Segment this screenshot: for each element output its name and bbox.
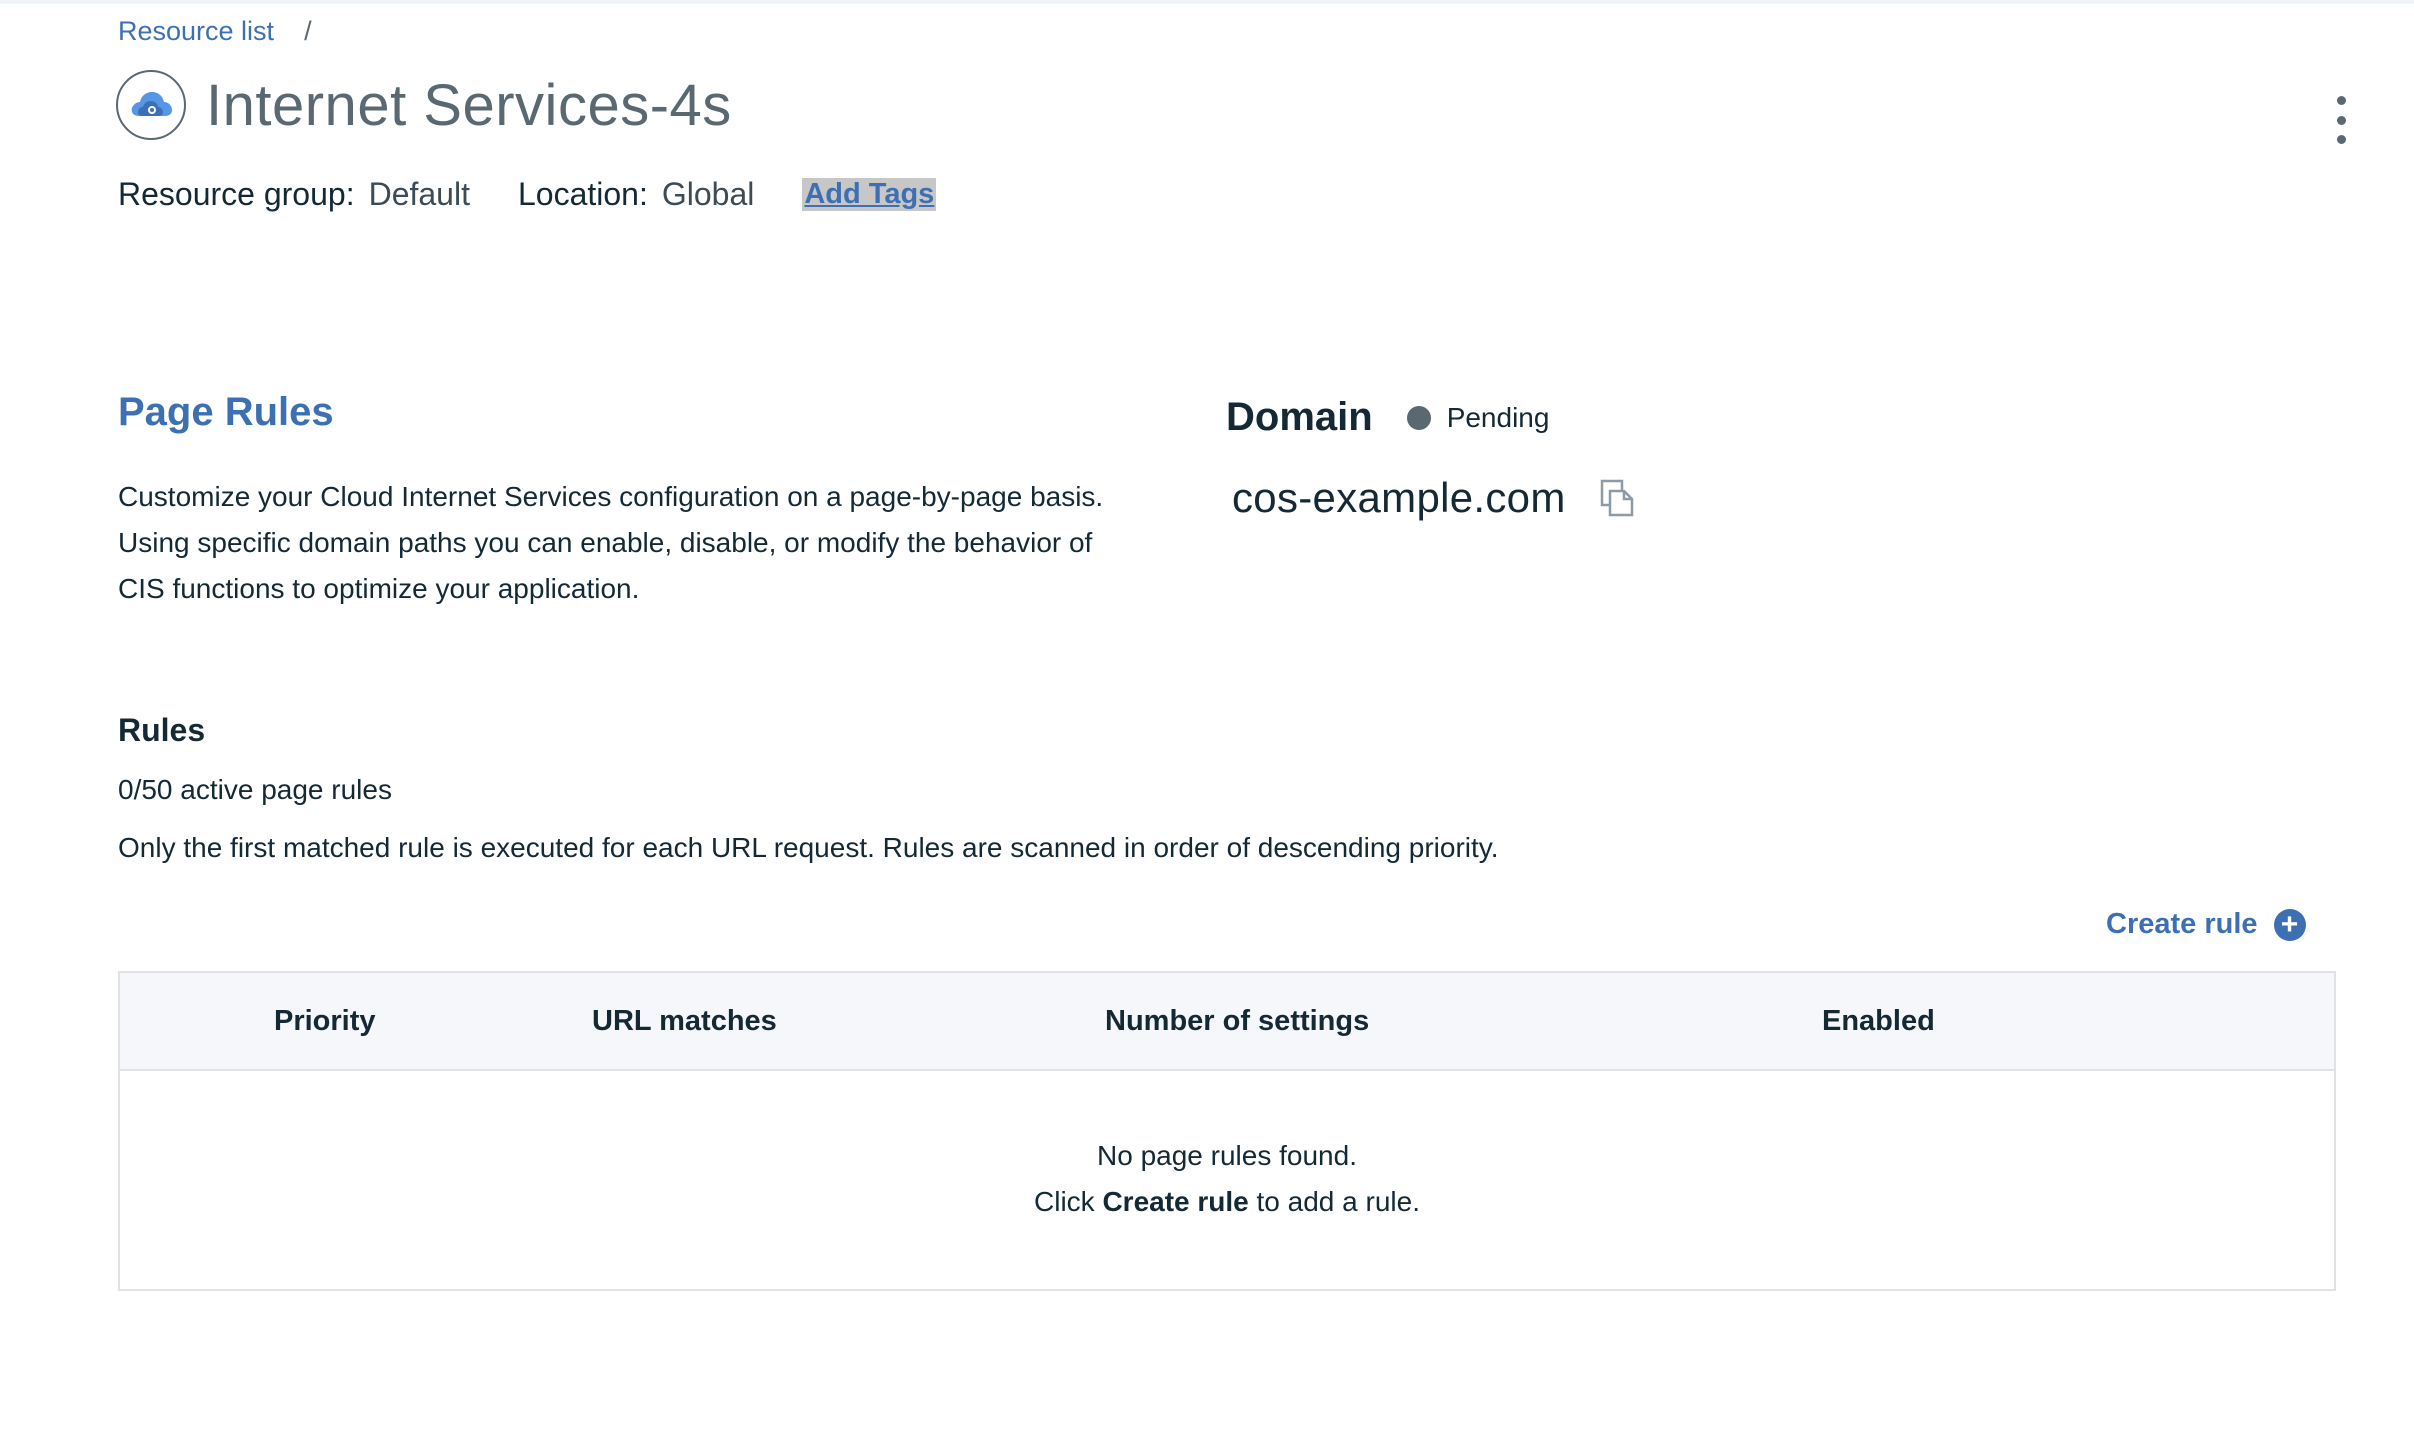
empty-hint-create-rule: Create rule bbox=[1102, 1186, 1249, 1217]
empty-state-hint: Click Create rule to add a rule. bbox=[120, 1179, 2334, 1225]
create-rule-label: Create rule bbox=[2106, 908, 2258, 940]
resource-meta: Resource group: Default Location: Global… bbox=[118, 176, 937, 213]
resource-group-label: Resource group: bbox=[118, 176, 355, 212]
status-dot-icon bbox=[1406, 405, 1431, 430]
empty-state-message: No page rules found. bbox=[1097, 1140, 1357, 1171]
overflow-dot bbox=[2336, 115, 2346, 125]
top-divider bbox=[0, 0, 2414, 4]
cloud-internet-services-icon bbox=[116, 70, 186, 140]
column-header-priority[interactable]: Priority bbox=[274, 973, 376, 1069]
column-header-number-of-settings[interactable]: Number of settings bbox=[1105, 973, 1369, 1069]
rules-count: 0/50 active page rules bbox=[118, 774, 392, 805]
table-header: Priority URL matches Number of settings … bbox=[120, 973, 2334, 1071]
rules-title: Rules bbox=[118, 712, 206, 748]
page-rules-description: Customize your Cloud Internet Services c… bbox=[118, 481, 1104, 604]
empty-hint-suffix: to add a rule. bbox=[1248, 1186, 1420, 1217]
domain-header: Domain Pending bbox=[1226, 395, 1549, 440]
add-tags-link[interactable]: Add Tags bbox=[802, 178, 937, 211]
title-row: Internet Services-4s bbox=[116, 70, 732, 140]
domain-status: Pending bbox=[1446, 401, 1550, 433]
add-filled-icon: + bbox=[2273, 908, 2306, 941]
location-value: Global bbox=[661, 176, 755, 212]
table-empty-state: No page rules found. Click Create rule t… bbox=[120, 1133, 2334, 1225]
domain-value: cos-example.com bbox=[1232, 474, 1566, 521]
breadcrumb: Resource list / bbox=[118, 16, 312, 47]
page-title: Internet Services-4s bbox=[206, 72, 732, 138]
domain-value-row: cos-example.com bbox=[1232, 474, 1638, 522]
overflow-dot bbox=[2336, 135, 2346, 144]
column-header-enabled[interactable]: Enabled bbox=[1822, 973, 1935, 1069]
overflow-menu-vertical-icon[interactable] bbox=[2326, 96, 2356, 144]
breadcrumb-separator: / bbox=[304, 16, 312, 46]
copy-icon[interactable] bbox=[1598, 478, 1638, 518]
breadcrumb-resource-list[interactable]: Resource list bbox=[118, 16, 274, 47]
rules-table: Priority URL matches Number of settings … bbox=[118, 971, 2336, 1291]
page: Resource list / Internet Services-4s Res… bbox=[0, 0, 2414, 1434]
resource-group-value: Default bbox=[368, 176, 470, 212]
empty-hint-prefix: Click bbox=[1034, 1186, 1103, 1217]
column-header-url-matches[interactable]: URL matches bbox=[592, 973, 777, 1069]
create-rule-button[interactable]: Create rule + bbox=[2106, 908, 2306, 941]
page-rules-title: Page Rules bbox=[118, 390, 334, 434]
overflow-dot bbox=[2336, 96, 2346, 105]
rules-note: Only the first matched rule is executed … bbox=[118, 832, 1499, 863]
location-label: Location: bbox=[517, 176, 648, 212]
domain-label: Domain bbox=[1226, 395, 1373, 439]
